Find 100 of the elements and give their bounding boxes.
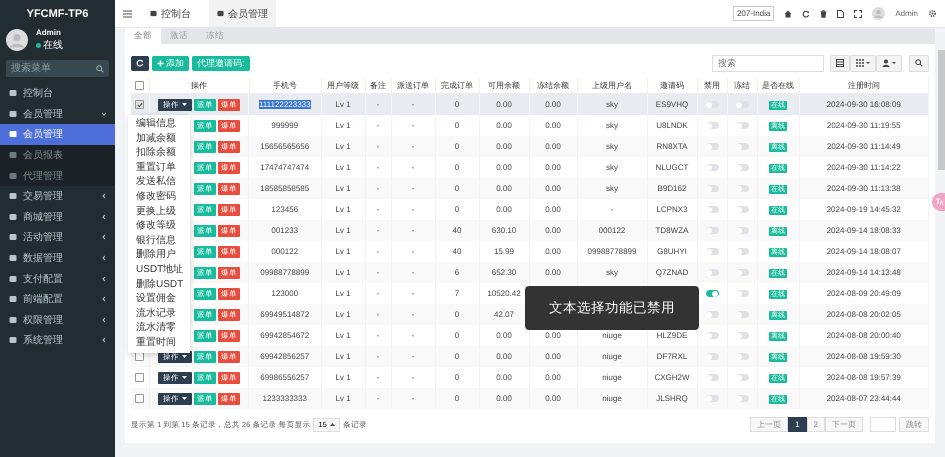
menu-search-field[interactable]: 搜索菜单 — [6, 60, 109, 77]
menu-item[interactable]: 修改等级 — [128, 219, 190, 234]
prev-page-button[interactable]: 上一页 — [750, 417, 788, 432]
column-header[interactable]: 冻结 — [734, 81, 750, 90]
table-cell: 0.00 — [496, 394, 512, 403]
table-cell: niuge — [602, 373, 622, 382]
menu-item[interactable]: 银行信息 — [128, 234, 190, 248]
table-cell: 15.99 — [494, 247, 514, 256]
table-cell: - — [412, 184, 414, 193]
menu-item[interactable]: 删除用户 — [128, 248, 190, 263]
table-cell: 123456 — [271, 205, 298, 214]
table-cell: CXGH2W — [654, 373, 690, 382]
search-field[interactable]: 搜索 — [712, 54, 824, 72]
column-header[interactable]: 备注 — [370, 81, 386, 90]
column-header[interactable]: 是否在线 — [762, 81, 794, 90]
column-header[interactable]: 派送订单 — [397, 81, 429, 90]
menu-item[interactable]: 发送私信 — [128, 175, 190, 190]
table-cell: - — [376, 352, 380, 361]
table-cell: - — [376, 226, 380, 235]
table-cell: 0.00 — [496, 100, 512, 109]
table-cell: - — [412, 352, 414, 361]
menu-item[interactable]: 加减余额 — [128, 132, 190, 146]
nav-tab[interactable]: 会员管理 — [209, 0, 276, 27]
table-cell: 2024-08-08 20:00:40 — [826, 331, 901, 340]
table-cell: 0.00 — [545, 373, 561, 382]
table-cell: - — [412, 205, 414, 214]
sidebar-item[interactable]: 控制台 — [0, 83, 115, 104]
table-cell: 2024-08-08 19:57:39 — [826, 373, 901, 382]
user-name[interactable]: Admin — [895, 9, 918, 18]
sidebar-item[interactable]: 数据管理 — [0, 248, 115, 268]
table-cell: 69942854672 — [260, 331, 310, 340]
column-header[interactable]: 禁用 — [704, 81, 720, 90]
sidebar-item[interactable]: 支付配置 — [0, 268, 115, 289]
table-cell: 123000 — [271, 289, 298, 298]
table-cell: Lv 1 — [335, 331, 351, 340]
menu-item[interactable]: 更换上级 — [128, 204, 190, 220]
table-cell: 69949514872 — [260, 310, 310, 319]
sidebar-item[interactable]: 会员管理 — [0, 124, 115, 145]
column-header[interactable]: 注册时间 — [848, 81, 880, 90]
table-cell: 000122 — [271, 247, 298, 256]
menu-item[interactable]: 修改密码 — [128, 190, 190, 205]
table-cell: 2024-08-09 20:49:09 — [826, 289, 901, 298]
menu-item[interactable]: 重置订单 — [128, 160, 190, 176]
table-cell: 2024-08-07 23:44:44 — [826, 394, 901, 403]
table-cell: - — [376, 289, 380, 298]
table-cell: LCPNX3 — [656, 205, 688, 214]
table-cell: sky — [606, 100, 618, 109]
sidebar-item[interactable]: 活动管理 — [0, 227, 115, 248]
table-cell: RN8XTA — [656, 142, 688, 151]
table-cell: 09988778899 — [588, 247, 636, 256]
sidebar-item[interactable]: 权限管理 — [0, 310, 115, 330]
region-label[interactable]: 207-India — [732, 6, 774, 21]
page-button[interactable]: 1 — [788, 417, 807, 432]
table-cell: 0.00 — [545, 100, 561, 109]
table-cell: NLUGCT — [656, 163, 688, 172]
table-cell: 0 — [454, 184, 460, 193]
table-cell: 09988778899 — [260, 268, 310, 277]
menu-item[interactable]: 重置时间 — [128, 336, 190, 350]
nav-tab[interactable]: 控制台 — [142, 0, 199, 27]
menu-item[interactable]: 扣除余额 — [128, 146, 190, 161]
filter-tab[interactable]: 全部 — [125, 28, 161, 44]
table-cell: 2024-09-30 11:14:49 — [826, 142, 901, 151]
table-cell: 2024-09-14 18:08:07 — [826, 247, 901, 256]
table-cell: 7 — [454, 289, 460, 298]
sidebar-item[interactable]: 系统管理 — [0, 330, 115, 351]
menu-item[interactable]: 流水清零 — [128, 321, 190, 336]
table-cell: Lv 1 — [335, 184, 351, 193]
sidebar-item[interactable]: 前端配置 — [0, 288, 115, 310]
sidebar-item[interactable]: 会员管理 — [0, 104, 115, 124]
table-cell: 0 — [454, 142, 460, 151]
table-cell: DF7RXL — [656, 352, 688, 361]
table-cell: 0 — [454, 205, 460, 214]
column-header[interactable]: 操作 — [191, 81, 207, 90]
column-header[interactable]: 完成订单 — [441, 81, 473, 90]
sidebar-item[interactable]: 会员报表 — [0, 144, 115, 166]
column-header[interactable]: 手机号 — [273, 81, 297, 90]
column-header[interactable]: 冻结余额 — [537, 81, 569, 90]
table-cell: 0.00 — [545, 142, 561, 151]
table-cell: - — [376, 310, 380, 319]
table-cell: 001233 — [271, 226, 298, 235]
menu-item[interactable]: 删除USDT — [128, 278, 190, 292]
table-cell: 42.07 — [494, 310, 514, 319]
sidebar-item[interactable]: 交易管理 — [0, 186, 115, 207]
table-cell: - — [412, 163, 414, 172]
table-cell: 0.00 — [545, 163, 561, 172]
menu-item[interactable]: USDT地址 — [128, 262, 190, 278]
table-cell: 0.00 — [496, 163, 512, 172]
column-header[interactable]: 用户等级 — [327, 81, 359, 90]
table-cell: 0 — [454, 331, 460, 340]
column-header[interactable]: 邀请码 — [660, 81, 684, 90]
menu-item[interactable]: 流水记录 — [128, 306, 190, 322]
menu-item[interactable]: 编辑信息 — [128, 117, 190, 132]
column-header[interactable]: 上级用户名 — [592, 81, 632, 90]
sidebar-item[interactable]: 商城管理 — [0, 206, 115, 228]
sidebar-item[interactable]: 代理管理 — [0, 165, 115, 186]
menu-item[interactable]: 设置佣金 — [128, 292, 190, 307]
table-cell: - — [376, 394, 380, 403]
table-cell: sky — [606, 184, 618, 193]
column-header[interactable]: 可用余额 — [488, 81, 520, 90]
table-cell: - — [412, 310, 414, 319]
